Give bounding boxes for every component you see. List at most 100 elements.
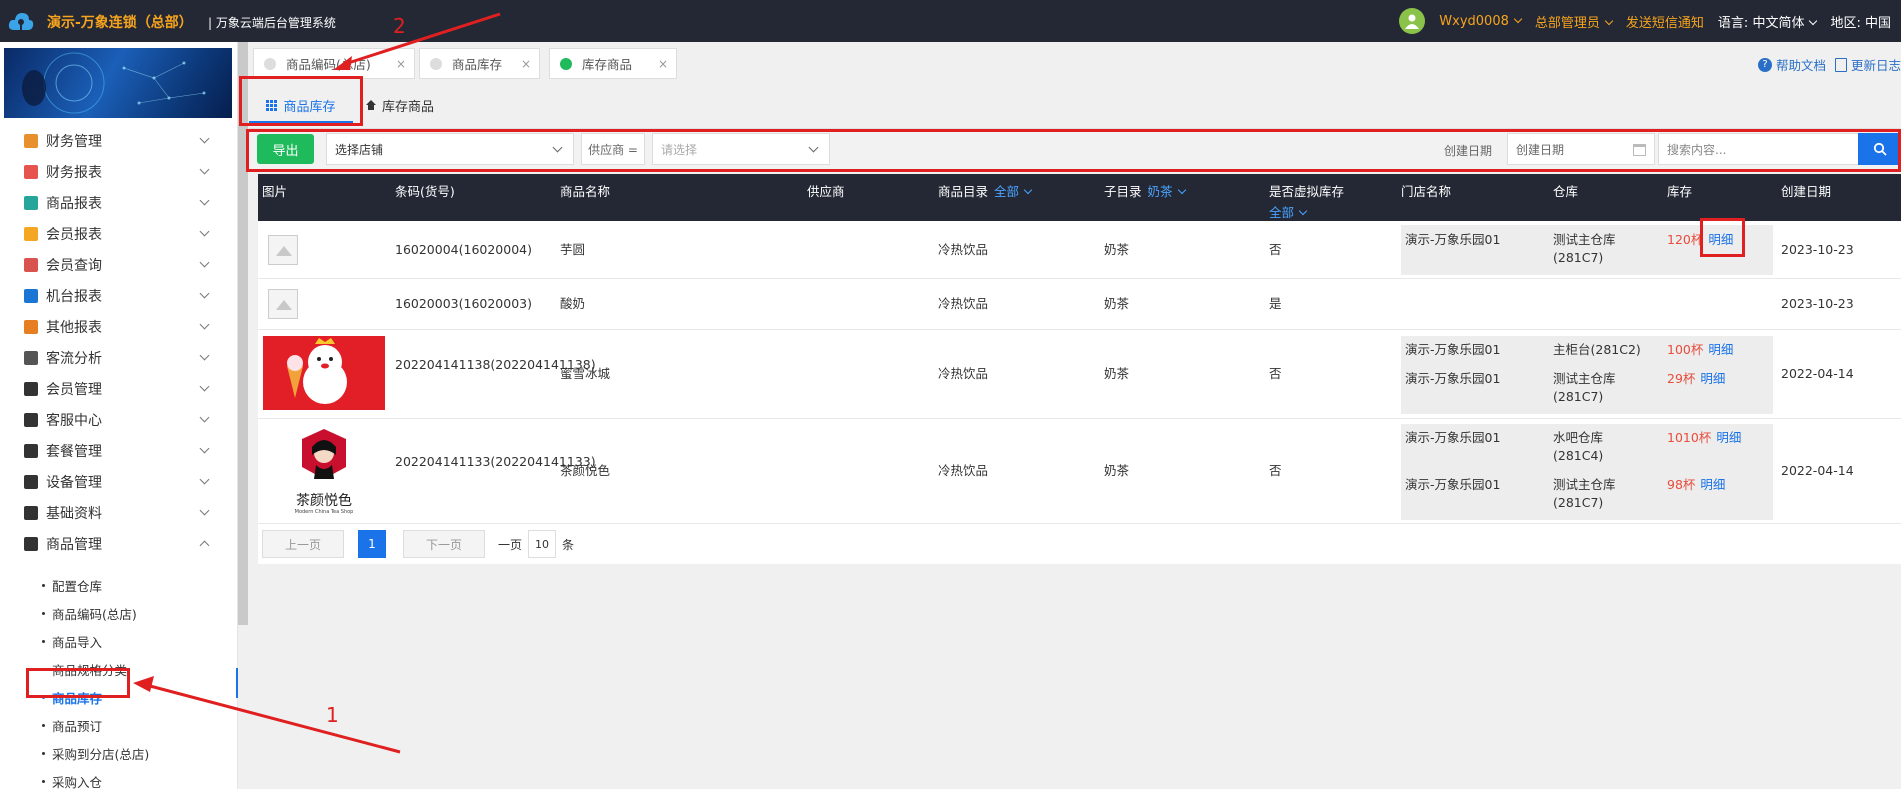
submenu-item-2[interactable]: 商品导入 xyxy=(0,627,232,655)
search-input[interactable]: 搜索内容... xyxy=(1658,133,1866,165)
user-avatar-icon[interactable] xyxy=(1399,8,1426,34)
stock-value: 29杯 xyxy=(1667,371,1696,386)
chevron-down-icon xyxy=(199,288,210,299)
submenu-item-1[interactable]: 商品编码(总店) xyxy=(0,599,232,627)
sms-link[interactable]: 发送短信通知 xyxy=(1626,12,1704,31)
home-icon xyxy=(366,100,376,110)
table-row[interactable]: 茶颜悦色 Modern China Tea Shop 202204141133(… xyxy=(258,419,1901,524)
search-button[interactable] xyxy=(1858,133,1901,165)
name-cell: 蜜雪冰城 xyxy=(560,366,611,381)
store-select[interactable]: 选择店铺 xyxy=(326,133,574,165)
menu-category-icon xyxy=(24,412,38,427)
warehouse-cell: 主柜台(281C2) xyxy=(1553,342,1641,357)
stock-value: 98杯 xyxy=(1667,477,1696,492)
subcatalog-filter-value: 奶茶 xyxy=(1147,184,1173,199)
stock-detail-link[interactable]: 明细 xyxy=(1708,342,1733,357)
tab-product-code[interactable]: 商品编码(总店) × xyxy=(253,48,415,79)
stock-detail-link[interactable]: 明细 xyxy=(1708,232,1733,247)
chevron-down-icon xyxy=(199,505,210,516)
sidebar-item-9[interactable]: 客服中心 xyxy=(0,404,232,435)
subcatalog-cell: 奶茶 xyxy=(1104,242,1130,257)
filter-toolbar: 导出 选择店铺 供应商 = 请选择 创建日期 创建日期 搜索内容... xyxy=(249,128,1901,170)
sidebar-scrollbar[interactable] xyxy=(238,42,248,625)
date-input[interactable]: 创建日期 xyxy=(1507,133,1655,165)
sidebar-item-11[interactable]: 设备管理 xyxy=(0,466,232,497)
sidebar-item-8[interactable]: 会员管理 xyxy=(0,373,232,404)
sidebar-item-label: 套餐管理 xyxy=(46,443,102,460)
sidebar-item-label: 基础资料 xyxy=(46,505,102,522)
sidebar-item-13[interactable]: 商品管理 xyxy=(0,528,232,559)
chevron-down-icon xyxy=(199,443,210,454)
top-bar: 演示-万象连锁（总部） | 万象云端后台管理系统 Wxyd0008 总部管理员 … xyxy=(0,0,1901,42)
close-icon[interactable]: × xyxy=(396,57,406,71)
changelog-link[interactable]: 更新日志 xyxy=(1834,55,1901,74)
submenu-item-5[interactable]: 商品预订 xyxy=(0,711,232,739)
submenu-item-6[interactable]: 采购到分店(总店) xyxy=(0,739,232,767)
prev-page-button[interactable]: 上一页 xyxy=(262,530,344,558)
submenu-item-0[interactable]: 配置仓库 xyxy=(0,571,232,599)
subtab-stock-goods[interactable]: 库存商品 xyxy=(366,86,434,124)
submenu-item-7[interactable]: 采购入仓 xyxy=(0,767,232,789)
supplier-select[interactable]: 请选择 xyxy=(652,133,830,165)
sidebar: 财务管理财务报表商品报表 会员报表 会员查询 机台报表 其他报表 客流分析 会员管理 客服中心… xyxy=(0,42,238,789)
table-row[interactable]: 16020003(16020003) 酸奶 冷热饮品 奶茶 是 2023-10-… xyxy=(258,279,1901,330)
subcatalog-cell: 奶茶 xyxy=(1104,366,1130,381)
tab-stock-goods[interactable]: 库存商品 × xyxy=(549,48,677,79)
sidebar-item-7[interactable]: 客流分析 xyxy=(0,342,232,373)
col-virtual: 是否虚拟库存 全部 xyxy=(1269,181,1344,221)
subcatalog-filter[interactable]: 奶茶 xyxy=(1147,184,1186,199)
current-page-button[interactable]: 1 xyxy=(358,530,386,558)
sidebar-item-2[interactable]: 商品报表 xyxy=(0,187,232,218)
next-page-button[interactable]: 下一页 xyxy=(403,530,485,558)
stock-detail-link[interactable]: 明细 xyxy=(1700,477,1725,492)
menu-category-icon xyxy=(24,257,38,272)
sidebar-item-3[interactable]: 会员报表 xyxy=(0,218,232,249)
region-menu[interactable]: 地区: 中国 xyxy=(1830,12,1891,31)
menu-category-icon xyxy=(24,505,38,520)
barcode-cell: 16020004(16020004) xyxy=(395,242,532,257)
question-icon: ? xyxy=(1757,57,1772,72)
export-button[interactable]: 导出 xyxy=(257,134,314,164)
sidebar-item-12[interactable]: 基础资料 xyxy=(0,497,232,528)
chevron-down-icon xyxy=(199,164,210,175)
stock-value: 120杯 xyxy=(1667,232,1704,247)
close-icon[interactable]: × xyxy=(521,57,531,71)
submenu-item-4[interactable]: 商品库存 xyxy=(0,683,232,711)
search-placeholder: 搜索内容... xyxy=(1667,142,1727,157)
store-cell: 演示-万象乐园01 xyxy=(1405,371,1501,386)
sidebar-item-1[interactable]: 财务报表 xyxy=(0,156,232,187)
sidebar-item-0[interactable]: 财务管理 xyxy=(0,125,232,156)
annotation-number-1: 1 xyxy=(326,703,339,727)
sidebar-item-label: 财务报表 xyxy=(46,164,102,181)
subtab-product-stock[interactable]: 商品库存 xyxy=(249,86,353,124)
bullet-icon xyxy=(42,695,45,699)
catalog-cell: 冷热饮品 xyxy=(938,296,989,311)
sidebar-item-10[interactable]: 套餐管理 xyxy=(0,435,232,466)
barcode-cell: 202204141133(202204141133) xyxy=(395,454,596,469)
bullet-icon xyxy=(42,667,45,671)
sidebar-item-4[interactable]: 会员查询 xyxy=(0,249,232,280)
stock-detail-link[interactable]: 明细 xyxy=(1716,430,1741,445)
sidebar-item-6[interactable]: 其他报表 xyxy=(0,311,232,342)
table-row[interactable]: 202204141138(202204141138) 蜜雪冰城 冷热饮品 奶茶 … xyxy=(258,330,1901,419)
virtual-filter[interactable]: 全部 xyxy=(1269,202,1344,221)
snowman-product-image xyxy=(263,336,385,410)
close-icon[interactable]: × xyxy=(658,57,668,71)
table-row[interactable]: 16020004(16020004) 芋圆 冷热饮品 奶茶 否 演示-万象乐园0… xyxy=(258,221,1901,279)
tab-label: 商品编码(总店) xyxy=(286,57,371,72)
region-label: 地区: xyxy=(1830,15,1861,31)
submenu-item-3[interactable]: 商品规格分类 xyxy=(0,655,232,683)
user-menu[interactable]: Wxyd0008 xyxy=(1439,14,1523,29)
per-page-input[interactable]: 10 xyxy=(528,530,556,558)
help-docs-link[interactable]: ? 帮助文档 xyxy=(1757,55,1826,74)
catalog-filter[interactable]: 全部 xyxy=(994,184,1033,199)
stock-detail-link[interactable]: 明细 xyxy=(1700,371,1725,386)
date-label: 创建日期 xyxy=(1444,144,1493,158)
language-menu[interactable]: 语言: 中文简体 xyxy=(1718,12,1818,31)
bullet-icon xyxy=(42,639,45,643)
role-menu[interactable]: 总部管理员 xyxy=(1535,12,1614,31)
sidebar-item-5[interactable]: 机台报表 xyxy=(0,280,232,311)
menu-category-icon xyxy=(24,474,38,489)
image-placeholder-icon xyxy=(268,235,298,265)
tab-product-stock[interactable]: 商品库存 × xyxy=(419,48,540,79)
